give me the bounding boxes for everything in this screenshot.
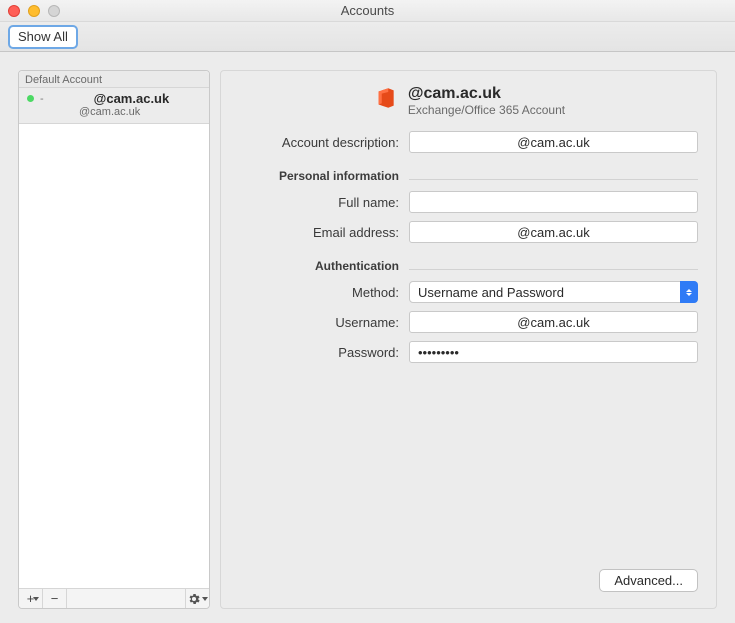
divider [409, 269, 698, 270]
office-logo-icon [372, 85, 398, 111]
show-all-button[interactable]: Show All [8, 25, 78, 49]
status-dot-icon [27, 95, 34, 102]
dash-icon: - [40, 93, 44, 105]
window-title: Accounts [0, 3, 735, 18]
accounts-sidebar: Default Account - @cam.ac.uk @cam.ac.uk … [18, 70, 210, 609]
label-fullname: Full name: [239, 195, 399, 210]
divider [409, 179, 698, 180]
sidebar-header: Default Account [19, 71, 209, 88]
account-name: @cam.ac.uk [50, 91, 170, 106]
password-input[interactable] [409, 341, 698, 363]
account-list-item[interactable]: - @cam.ac.uk @cam.ac.uk [19, 88, 209, 124]
account-detail-panel: @cam.ac.uk Exchange/Office 365 Account A… [220, 70, 717, 609]
fullname-input[interactable] [409, 191, 698, 213]
remove-account-button[interactable]: − [43, 589, 67, 608]
method-select[interactable]: Username and Password [409, 281, 698, 303]
gear-icon[interactable] [185, 589, 209, 608]
sidebar-footer: + − [19, 588, 209, 608]
chevron-down-icon [202, 597, 208, 601]
select-stepper-icon[interactable] [680, 281, 698, 303]
advanced-button[interactable]: Advanced... [599, 569, 698, 592]
account-description-input[interactable] [409, 131, 698, 153]
toolbar: Show All [0, 22, 735, 52]
add-account-button[interactable]: + [19, 589, 43, 608]
account-sub: @cam.ac.uk [27, 106, 201, 118]
label-method: Method: [239, 285, 399, 300]
window-titlebar: Accounts [0, 0, 735, 22]
label-username: Username: [239, 315, 399, 330]
account-type: Exchange/Office 365 Account [408, 103, 565, 117]
label-password: Password: [239, 345, 399, 360]
label-email: Email address: [239, 225, 399, 240]
account-header: @cam.ac.uk Exchange/Office 365 Account [239, 85, 698, 117]
label-description: Account description: [239, 135, 399, 150]
email-input[interactable] [409, 221, 698, 243]
account-title: @cam.ac.uk [408, 85, 565, 103]
sidebar-fill [19, 124, 209, 588]
section-auth: Authentication [239, 251, 399, 273]
username-input[interactable] [409, 311, 698, 333]
section-personal: Personal information [239, 161, 399, 183]
